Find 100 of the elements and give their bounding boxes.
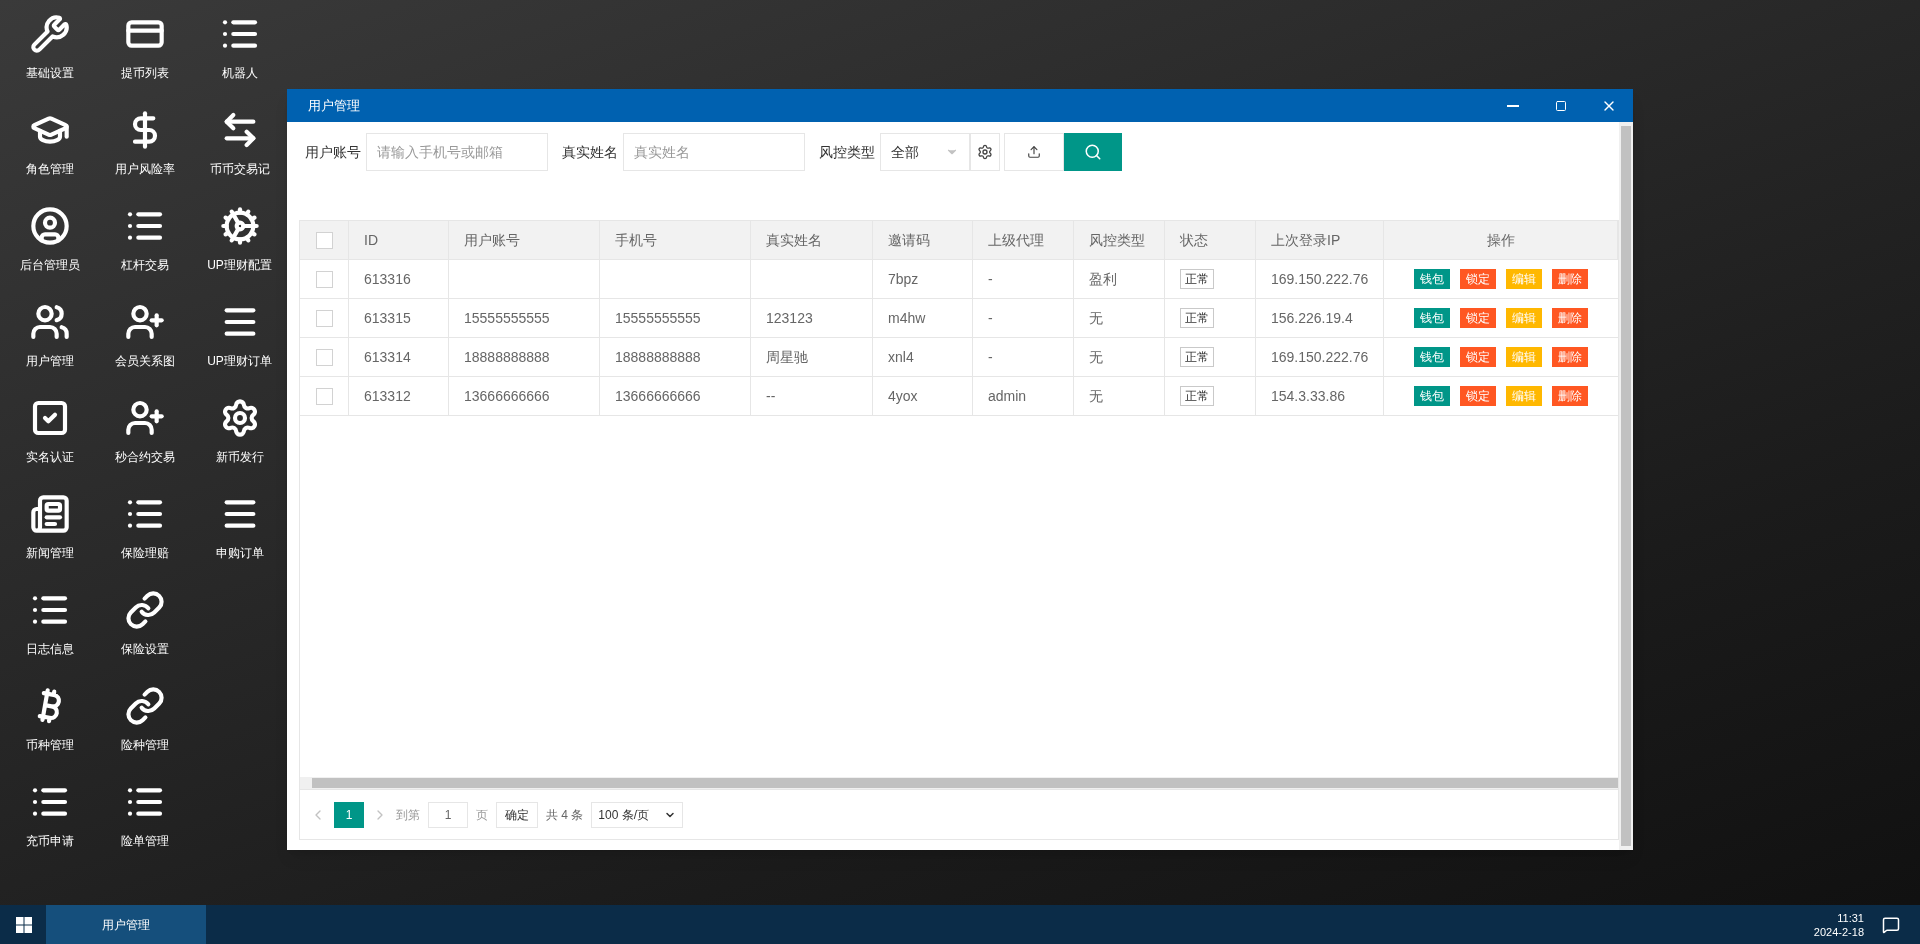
desktop-icon-label[interactable]: 用户管理 <box>25 352 74 370</box>
risk-type-select[interactable]: 全部 <box>880 133 970 171</box>
desktop-icon-label[interactable]: 保险设置 <box>120 640 169 658</box>
action-button[interactable]: 钱包 <box>1414 269 1450 289</box>
desktop-icon-label[interactable]: 币种管理 <box>25 736 74 754</box>
table-cell-text: m4hw <box>888 308 926 328</box>
windows-logo-icon[interactable] <box>16 916 32 933</box>
user-plus-icon <box>124 302 165 342</box>
desktop-icon-label[interactable]: 申购订单 <box>215 544 264 562</box>
wrench-icon <box>29 14 70 54</box>
select-all-checkbox[interactable] <box>315 231 333 249</box>
desktop-icon-label[interactable]: 用户风险率 <box>114 160 175 178</box>
gear-icon <box>977 144 993 160</box>
account-field[interactable]: 请输入手机号或邮箱 <box>366 133 548 171</box>
table-cell-text: 18888888888 <box>464 347 550 367</box>
table-cell-text: 13666666666 <box>464 386 550 406</box>
page-number-field[interactable]: 1 <box>428 801 468 828</box>
real-name-field[interactable]: 真实姓名 <box>623 133 805 171</box>
search-button[interactable] <box>1064 133 1122 171</box>
desktop-icon-label[interactable]: 提币列表 <box>120 64 169 82</box>
desktop-icon-label[interactable]: 新币发行 <box>215 448 264 466</box>
action-button[interactable]: 钱包 <box>1414 386 1450 406</box>
table-cell-text: 无 <box>1089 347 1103 367</box>
table-cell-text: 169.150.222.76 <box>1271 347 1369 367</box>
table-cell-text: 613314 <box>364 347 411 367</box>
column-header: 操作 <box>1486 230 1515 250</box>
users-icon <box>29 302 70 342</box>
page-unit-label: 页 <box>476 806 488 824</box>
column-header: 上级代理 <box>988 230 1044 250</box>
upload-icon <box>1027 145 1041 159</box>
table-cell-text: 123123 <box>766 308 813 328</box>
desktop-icon-label[interactable]: 日志信息 <box>25 640 74 658</box>
column-header: 邀请码 <box>888 230 930 250</box>
table-cell-text: - <box>988 308 993 328</box>
desktop-icon-label[interactable]: 机器人 <box>221 64 258 82</box>
newspaper-icon <box>29 494 70 534</box>
table-cell-text: 15555555555 <box>615 308 701 328</box>
action-button[interactable]: 钱包 <box>1414 308 1450 328</box>
table-cell-text: xnl4 <box>888 347 914 367</box>
column-header: 手机号 <box>615 230 657 250</box>
field-label: 真实姓名 <box>562 142 618 162</box>
settings-button[interactable] <box>970 133 1000 171</box>
user-plus-icon <box>124 398 165 438</box>
status-tag: 正常 <box>1180 308 1214 328</box>
column-header: 用户账号 <box>464 230 520 250</box>
column-header: 风控类型 <box>1089 230 1145 250</box>
page-size-select[interactable]: 100 条/页 <box>591 801 684 828</box>
table-cell-text: 无 <box>1089 308 1103 328</box>
row-checkbox[interactable] <box>315 270 333 288</box>
desktop-icon-label[interactable]: 秒合约交易 <box>114 448 175 466</box>
table-cell-text: 周星驰 <box>766 347 808 367</box>
minimize-icon <box>1507 104 1519 107</box>
row-checkbox[interactable] <box>315 348 333 366</box>
table-cell-text: 18888888888 <box>615 347 701 367</box>
desktop-icon-label[interactable]: 后台管理员 <box>19 256 80 274</box>
link-icon <box>124 686 165 726</box>
confirm-button[interactable]: 确定 <box>496 801 538 828</box>
clock-time: 11:31 <box>1837 910 1864 925</box>
row-checkbox[interactable] <box>315 309 333 327</box>
status-tag: 正常 <box>1180 347 1214 367</box>
table-cell-text: 613315 <box>364 308 411 328</box>
user-circle-icon <box>29 206 70 246</box>
desktop-icon-label[interactable]: 币币交易记 <box>209 160 270 178</box>
table-cell-text: 13666666666 <box>615 386 701 406</box>
desktop-icon-label[interactable]: UP理财配置 <box>207 256 272 274</box>
desktop-icon-label[interactable]: 保险理赔 <box>120 544 169 562</box>
desktop-icon-label[interactable]: 充币申请 <box>25 832 74 850</box>
desktop-icon-label[interactable]: 角色管理 <box>25 160 74 178</box>
desktop-icon-label[interactable]: 新闻管理 <box>25 544 74 562</box>
clock-date: 2024-2-18 <box>1813 924 1864 939</box>
search-icon <box>1084 143 1102 161</box>
action-button[interactable]: 钱包 <box>1414 347 1450 367</box>
desktop-icon-label[interactable]: 实名认证 <box>25 448 74 466</box>
column-header: 上次登录IP <box>1271 230 1341 250</box>
desktop-icon-label[interactable]: 会员关系图 <box>114 352 175 370</box>
row-checkbox[interactable] <box>315 387 333 405</box>
table-cell-text: 盈利 <box>1089 269 1117 289</box>
status-tag: 正常 <box>1180 386 1214 406</box>
table-cell-text: 613312 <box>364 386 411 406</box>
desktop-icon-label[interactable]: 险种管理 <box>120 736 169 754</box>
taskbar-item[interactable]: 用户管理 <box>46 905 206 944</box>
table-cell-text: 7bpz <box>888 269 919 289</box>
column-header: 真实姓名 <box>766 230 822 250</box>
status-tag: 正常 <box>1180 269 1214 289</box>
desktop-icon-label[interactable]: 险单管理 <box>120 832 169 850</box>
table-cell-text: 15555555555 <box>464 308 550 328</box>
goto-label: 到第 <box>396 806 420 824</box>
table-cell-text: 4yox <box>888 386 918 406</box>
table-cell-text: 156.226.19.4 <box>1271 308 1353 328</box>
horizontal-scrollbar[interactable] <box>300 777 1618 789</box>
desktop-icon-label[interactable]: 杠杆交易 <box>120 256 169 274</box>
desktop-icon-label[interactable]: 基础设置 <box>25 64 74 82</box>
desktop-icon-label[interactable]: UP理财订单 <box>207 352 272 370</box>
window-title: 用户管理 <box>308 96 360 115</box>
page-button[interactable]: 1 <box>334 801 364 828</box>
vertical-scrollbar[interactable] <box>1619 122 1633 850</box>
table-cell-text: - <box>988 347 993 367</box>
notification-icon[interactable] <box>1882 915 1900 934</box>
link-icon <box>124 590 165 630</box>
column-header: 状态 <box>1180 230 1208 250</box>
